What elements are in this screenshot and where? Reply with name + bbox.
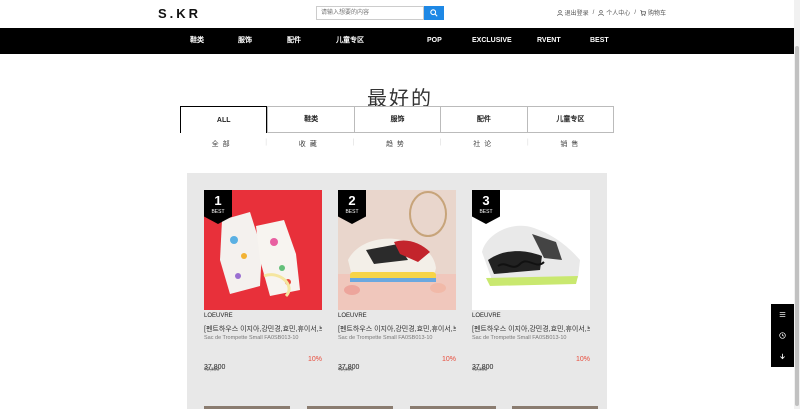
user-icon — [598, 9, 604, 16]
top-bar: S.KR 退出登录 / 个人中心 / 购物车 — [0, 0, 800, 28]
list-button[interactable] — [771, 304, 794, 325]
tab-all[interactable]: ALL — [180, 106, 268, 133]
link-separator: / — [592, 9, 595, 16]
product-price: 37,800 — [338, 364, 360, 371]
site-logo[interactable]: S.KR — [158, 6, 201, 21]
subnav-sale[interactable]: 销售 — [529, 139, 614, 149]
subnav-trend[interactable]: 趋势 — [354, 139, 439, 149]
nav-item-apparel[interactable]: 服饰 — [238, 28, 252, 54]
product-image[interactable]: 3 BEST — [472, 190, 590, 310]
tab-apparel[interactable]: 服饰 — [353, 107, 440, 132]
rank-label: BEST — [345, 209, 359, 215]
nav-item-best[interactable]: BEST — [590, 28, 609, 54]
rank-number: 1 — [214, 193, 222, 208]
product-name[interactable]: [펜트하우스 이지아,강민경,효민,휴이서,브라... — [204, 324, 322, 334]
product-price: 37,800 — [472, 364, 494, 371]
discount-rate: 10% — [575, 356, 590, 363]
main-nav: 鞋类 服饰 配件 儿童专区 POP EXCLUSIVE RVENT BEST — [0, 28, 800, 54]
user-icon — [556, 9, 563, 16]
nav-item-rvent[interactable]: RVENT — [537, 28, 561, 54]
nav-item-pop[interactable]: POP — [427, 28, 442, 54]
search-box — [316, 6, 444, 20]
scrollbar-thumb[interactable] — [795, 46, 799, 406]
price-row: 37,800 10% — [204, 356, 322, 371]
rank-label: BEST — [211, 209, 225, 215]
subnav-editorial[interactable]: 社论 — [442, 139, 527, 149]
logout-label: 退出登录 — [564, 11, 589, 17]
nav-item-accessories[interactable]: 配件 — [287, 28, 301, 54]
price-row: 37,800 10% — [472, 356, 590, 371]
page: S.KR 退出登录 / 个人中心 / 购物车 — [0, 0, 800, 409]
tab-accessories[interactable]: 配件 — [440, 107, 526, 132]
product-subtitle: Sac de Trompette Small FA0SB013-10 — [338, 335, 433, 341]
cart-icon — [640, 9, 646, 16]
product-image[interactable]: 1 BEST — [204, 190, 322, 310]
product-brand: LOEUVRE — [472, 313, 501, 319]
product-subtitle: Sac de Trompette Small FA0SB013-10 — [472, 335, 567, 341]
product-card[interactable]: 1 BEST LOEUVRE [펜트하우스 이지아,강민경,효민,휴이서,브라.… — [204, 190, 322, 373]
search-button[interactable] — [424, 6, 444, 20]
user-links: 退出登录 / 个人中心 / 购物车 — [556, 8, 666, 17]
arrow-down-icon — [780, 353, 785, 360]
history-button[interactable] — [771, 325, 794, 346]
subnav-favorites[interactable]: 收藏 — [267, 139, 352, 149]
scroll-down-button[interactable] — [771, 346, 794, 367]
link-separator: / — [634, 9, 636, 16]
discount-rate: 10% — [307, 356, 322, 363]
cart-label: 购物车 — [647, 11, 666, 17]
category-tabs: ALL 鞋类 服饰 配件 儿童专区 — [180, 106, 614, 133]
rank-number: 2 — [348, 193, 356, 208]
subnav-all[interactable]: 全部 — [180, 139, 265, 149]
my-page-link[interactable]: 个人中心 — [598, 8, 630, 17]
nav-item-shoes[interactable]: 鞋类 — [190, 28, 204, 54]
logout-link[interactable]: 退出登录 — [556, 8, 589, 17]
list-icon — [779, 312, 786, 317]
product-grid: 1 BEST LOEUVRE [펜트하우스 이지아,강민경,효민,휴이서,브라.… — [187, 173, 607, 409]
product-card[interactable]: 3 BEST LOEUVRE [펜트하우스 이지아,강민경,효민,휴이서,브라.… — [472, 190, 590, 373]
search-icon — [430, 9, 438, 17]
product-image[interactable]: 2 BEST — [338, 190, 456, 310]
product-brand: LOEUVRE — [204, 313, 233, 319]
rank-label: BEST — [479, 209, 493, 215]
product-subtitle: Sac de Trompette Small FA0SB013-10 — [204, 335, 299, 341]
floating-toolbar — [771, 304, 794, 367]
nav-item-exclusive[interactable]: EXCLUSIVE — [472, 28, 512, 54]
search-input[interactable] — [316, 6, 424, 20]
discount-rate: 10% — [441, 356, 456, 363]
tab-kids[interactable]: 儿童专区 — [526, 107, 613, 132]
cart-link[interactable]: 购物车 — [640, 8, 666, 17]
rank-number: 3 — [482, 193, 490, 208]
my-page-label: 个人中心 — [606, 11, 631, 17]
tab-shoes[interactable]: 鞋类 — [267, 107, 353, 132]
product-name[interactable]: [펜트하우스 이지아,강민경,효민,휴이서,브라... — [472, 324, 590, 334]
price-row: 37,800 10% — [338, 356, 456, 371]
product-card[interactable]: 2 BEST LOEUVRE [펜트하우스 이지아,강민경,효민,휴이서,브라.… — [338, 190, 456, 373]
nav-item-kids[interactable]: 儿童专区 — [336, 28, 364, 54]
product-name[interactable]: [펜트하우스 이지아,강민경,효민,휴이서,브라... — [338, 324, 456, 334]
history-icon — [779, 332, 786, 339]
sort-subnav: 全部 | 收藏 | 趋势 | 社论 | 销售 — [180, 139, 614, 149]
product-brand: LOEUVRE — [338, 313, 367, 319]
product-price: 37,800 — [204, 364, 226, 371]
